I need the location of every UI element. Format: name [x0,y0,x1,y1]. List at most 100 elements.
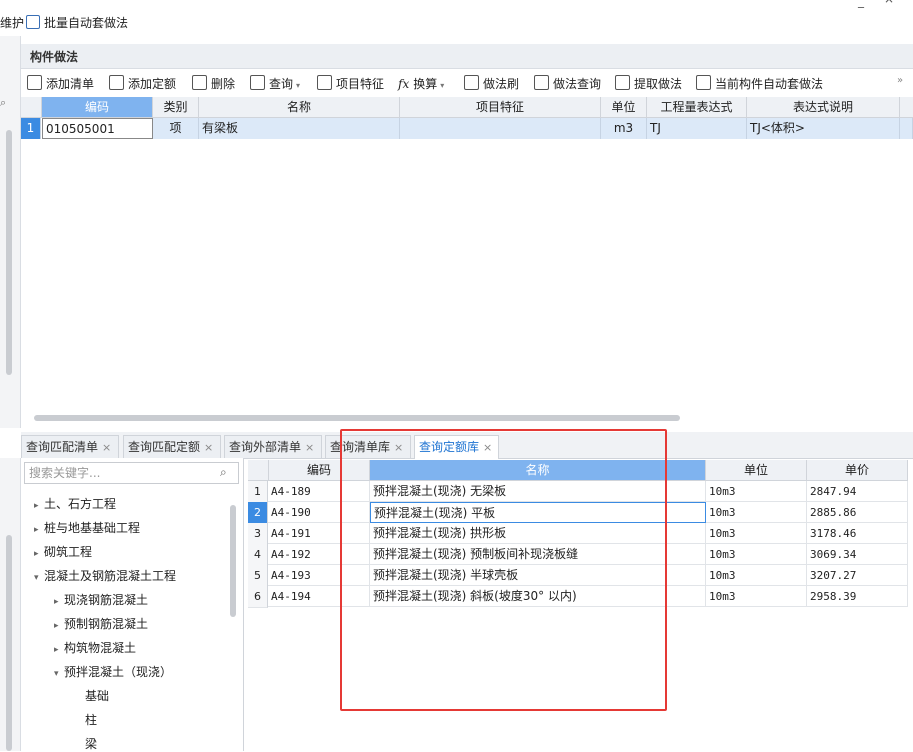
column-header-price[interactable]: 单价 [807,460,908,481]
search-icon[interactable]: ⌕ [220,465,227,480]
tree-item-label: 砌筑工程 [44,545,93,559]
row-number[interactable]: 1 [21,118,41,139]
tree-item-label: 桩与地基基础工程 [44,521,141,535]
cell-unit[interactable]: 10m3 [706,586,807,607]
tab-match-quota[interactable]: 查询匹配定额 × [123,435,221,458]
tree-item[interactable]: ▸ 预制钢筋混凝土 [54,615,148,632]
tree-item-label: 混凝土及钢筋混凝土工程 [44,569,177,583]
item-feature-icon [317,75,332,90]
cell-price[interactable]: 3069.34 [807,544,908,565]
cell-expr[interactable]: TJ [647,118,747,139]
tab-label: 查询外部清单 [229,440,302,454]
cell-price[interactable]: 2885.86 [807,502,908,523]
column-header-code[interactable]: 编码 [42,97,153,118]
maintain-button[interactable]: 维护 [0,14,24,31]
cell-code[interactable]: 010505001 [42,118,153,139]
cell-extra [900,118,913,139]
tree-item[interactable]: ▸ 桩与地基基础工程 [34,519,140,536]
auto-method-icon [696,75,711,90]
tab-label: 查询匹配定额 [128,440,201,454]
search-input[interactable]: 搜索关键字... [24,462,239,484]
minimize-icon[interactable]: _ [858,0,864,8]
cell-expr-desc[interactable]: TJ<体积> [747,118,900,139]
column-header-name[interactable]: 名称 [199,97,400,118]
tree-item[interactable]: ▸ 砌筑工程 [34,543,92,560]
tree-item-label: 预制钢筋混凝土 [64,617,149,631]
row-number[interactable]: 4 [248,544,268,566]
tree-item[interactable]: ▸ 现浇钢筋混凝土 [54,591,148,608]
tree-item[interactable]: ▸ 土、石方工程 [34,495,116,512]
cell-price[interactable]: 2958.39 [807,586,908,607]
trash-icon [192,75,207,90]
column-header-expr[interactable]: 工程量表达式 [647,97,747,118]
query-icon [250,75,265,90]
close-icon[interactable]: × [102,441,111,454]
left-scrollbar[interactable] [6,130,12,375]
row-number[interactable]: 6 [248,586,268,608]
cell-type[interactable]: 项 [153,118,199,139]
tree-item-label: 构筑物混凝土 [64,641,137,655]
tree-item[interactable]: 基础 [85,687,109,704]
tree-scrollbar[interactable] [230,505,236,617]
cell-unit[interactable]: 10m3 [706,523,807,544]
method-query-label: 做法查询 [553,77,602,91]
add-quota-button[interactable]: 添加定额 [109,75,176,92]
search-icon[interactable]: ⌕ [0,96,18,114]
cell-unit[interactable]: 10m3 [706,544,807,565]
batch-auto-method-button[interactable]: 批量自动套做法 [26,14,128,31]
cell-unit[interactable]: 10m3 [706,481,807,502]
cell-unit[interactable]: m3 [601,118,647,139]
column-header-unit[interactable]: 单位 [706,460,807,481]
brush-icon [464,75,479,90]
add-list-icon [27,75,42,90]
item-feature-button[interactable]: 项目特征 [317,75,384,92]
cell-unit[interactable]: 10m3 [706,565,807,586]
chevron-right-icon: ▸ [34,549,39,559]
method-query-button[interactable]: 做法查询 [534,75,601,92]
cell-feature[interactable] [400,118,601,139]
extract-method-button[interactable]: 提取做法 [615,75,682,92]
cell-price[interactable]: 3178.46 [807,523,908,544]
chevron-down-icon: ▾ [34,573,39,583]
tree-item[interactable]: ▸ 构筑物混凝土 [54,639,136,656]
tree-item-label: 现浇钢筋混凝土 [64,593,149,607]
tree-item[interactable]: 柱 [85,711,97,728]
column-header-feature[interactable]: 项目特征 [400,97,601,118]
delete-button[interactable]: 删除 [192,75,235,92]
query-button[interactable]: 查询 ▾ [250,75,300,92]
tree-item[interactable]: 梁 [85,735,97,752]
close-icon[interactable]: × [204,441,213,454]
extract-method-label: 提取做法 [634,77,683,91]
tab-external-list[interactable]: 查询外部清单 × [224,435,322,458]
cell-unit[interactable]: 10m3 [706,502,807,523]
more-icon[interactable]: » [897,75,903,86]
tree-item[interactable]: ▾ 混凝土及钢筋混凝土工程 [34,567,176,584]
column-header-expr-desc[interactable]: 表达式说明 [747,97,900,118]
add-list-button[interactable]: 添加清单 [27,75,94,92]
cell-price[interactable]: 3207.27 [807,565,908,586]
close-icon[interactable]: × [305,441,314,454]
chevron-right-icon: ▸ [54,621,59,631]
chevron-right-icon: ▸ [54,645,59,655]
horizontal-scrollbar[interactable] [34,415,680,421]
row-number[interactable]: 2 [248,502,268,524]
cell-name[interactable]: 有梁板 [199,118,400,139]
column-header-unit[interactable]: 单位 [601,97,647,118]
cell-price[interactable]: 2847.94 [807,481,908,502]
current-auto-method-button[interactable]: 当前构件自动套做法 [696,75,823,92]
tree-item-label: 预拌混凝土（现浇） [64,665,173,679]
tab-match-list[interactable]: 查询匹配清单 × [21,435,119,458]
column-header-extra [900,97,913,118]
chevron-right-icon: ▸ [34,501,39,511]
column-header-type[interactable]: 类别 [153,97,199,118]
row-number[interactable]: 5 [248,565,268,587]
close-icon[interactable]: × [884,0,894,6]
add-list-label: 添加清单 [46,77,95,91]
method-brush-button[interactable]: 做法刷 [464,75,519,92]
row-number[interactable]: 3 [248,523,268,545]
tree-item-label: 梁 [85,737,98,751]
row-number[interactable]: 1 [248,481,268,503]
tree-item[interactable]: ▾ 预拌混凝土（现浇） [54,663,172,680]
left-scrollbar-lower[interactable] [6,535,12,751]
convert-button[interactable]: fx 换算 ▾ [398,75,444,92]
